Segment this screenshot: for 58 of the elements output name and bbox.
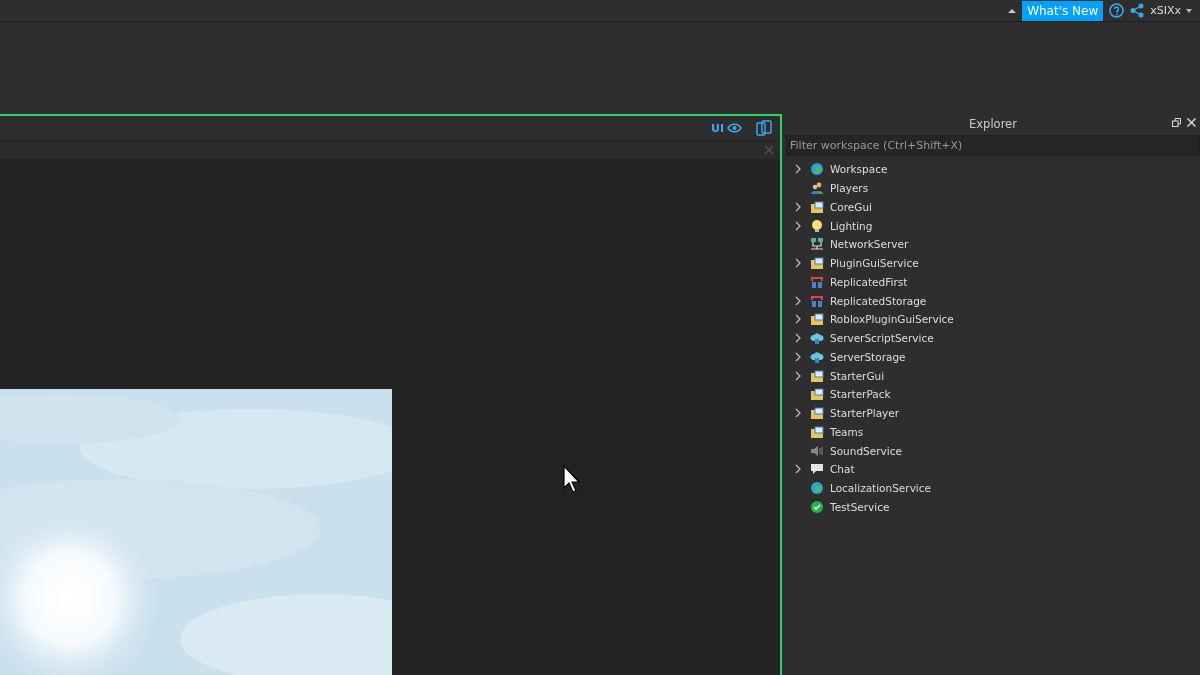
- caret-up-icon[interactable]: [1008, 7, 1017, 14]
- checkmark-icon: [810, 499, 824, 514]
- chevron-right-icon[interactable]: [795, 295, 801, 306]
- chevron-right-icon[interactable]: [795, 351, 801, 362]
- chevron-right-icon[interactable]: [795, 314, 801, 325]
- chevron-right-icon[interactable]: [795, 408, 801, 419]
- tree-item[interactable]: ReplicatedFirst: [830, 275, 908, 288]
- caret-down-icon: [1186, 8, 1192, 13]
- chevron-right-icon[interactable]: [795, 164, 801, 175]
- folder-icon: [810, 256, 824, 271]
- help-icon[interactable]: [1109, 3, 1125, 18]
- chevron-right-icon[interactable]: [795, 370, 801, 381]
- tree-item[interactable]: Chat: [830, 463, 855, 476]
- folder-icon: [810, 406, 824, 421]
- tree-item[interactable]: ServerScriptService: [830, 332, 934, 345]
- folder-icon: [810, 424, 824, 439]
- tree-item[interactable]: StarterPack: [830, 388, 891, 401]
- filter-field[interactable]: Filter workspace (Ctrl+Shift+X): [786, 135, 1200, 156]
- chevron-right-icon[interactable]: [795, 464, 801, 475]
- user-menu[interactable]: xSIXx: [1150, 4, 1192, 17]
- globe-icon: [810, 481, 824, 496]
- tree-item[interactable]: PluginGuiService: [830, 257, 919, 270]
- speaker-icon: [810, 443, 824, 458]
- folder-icon: [810, 199, 824, 214]
- device-icon[interactable]: [756, 120, 772, 136]
- chevron-right-icon[interactable]: [795, 333, 801, 344]
- tree-item[interactable]: LocalizationService: [830, 482, 931, 495]
- folder-icon: [810, 387, 824, 402]
- tree-item[interactable]: CoreGui: [830, 200, 872, 213]
- tree-item[interactable]: SoundService: [830, 444, 902, 457]
- tree-item[interactable]: StarterPlayer: [830, 407, 900, 420]
- ui-visibility-toggle[interactable]: UI: [710, 121, 742, 135]
- people-icon: [810, 181, 824, 196]
- tree-item[interactable]: TestService: [830, 500, 890, 513]
- tree-item[interactable]: ReplicatedStorage: [830, 294, 927, 307]
- tree-item[interactable]: StarterGui: [830, 369, 885, 382]
- restore-icon[interactable]: [1172, 118, 1181, 127]
- tree-item[interactable]: RobloxPluginGuiService: [830, 313, 954, 326]
- chat-bubble-icon: [810, 462, 824, 477]
- chevron-right-icon[interactable]: [795, 258, 801, 269]
- chevron-right-icon[interactable]: [795, 201, 801, 212]
- tree-item[interactable]: Lighting: [830, 219, 873, 232]
- mouse-cursor-icon: [563, 465, 581, 493]
- folder-icon: [810, 368, 824, 383]
- globe-icon: [810, 162, 824, 177]
- lightbulb-icon: [810, 218, 824, 233]
- tree-item[interactable]: Workspace: [830, 163, 888, 176]
- network-icon: [810, 237, 824, 252]
- cloud-icon: [810, 349, 824, 364]
- panel-title: Explorer: [969, 117, 1017, 131]
- tree-item[interactable]: ServerStorage: [830, 350, 906, 363]
- tree-item[interactable]: Teams: [830, 425, 864, 438]
- tree-item[interactable]: Players: [830, 182, 869, 195]
- chevron-right-icon[interactable]: [795, 220, 801, 231]
- folder-icon: [810, 312, 824, 327]
- tree-item[interactable]: NetworkServer: [830, 238, 909, 251]
- cloud-icon: [810, 331, 824, 346]
- share-icon[interactable]: [1130, 3, 1145, 18]
